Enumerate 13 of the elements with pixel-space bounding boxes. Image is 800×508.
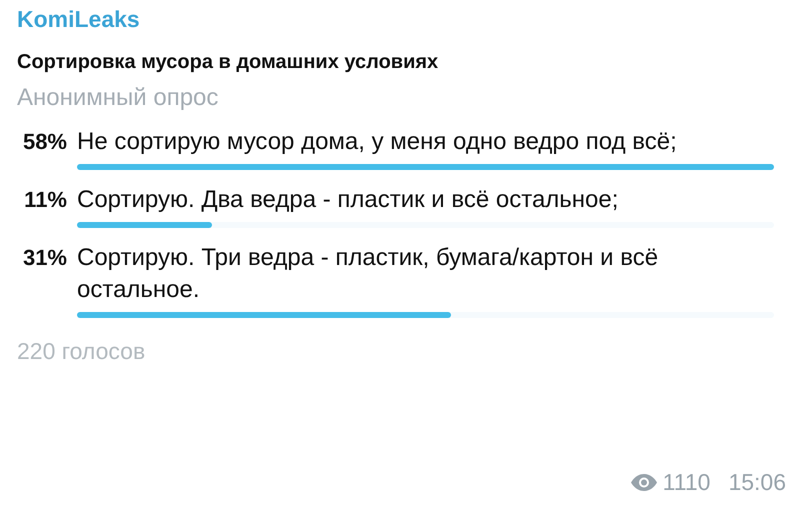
poll-type: Анонимный опрос (17, 84, 218, 112)
option-percent: 11% (23, 186, 67, 214)
option-text: Сортирую. Два ведра - пластик и всё остальное; (77, 185, 618, 215)
eye-icon (630, 474, 657, 491)
option-percent: 31% (22, 244, 67, 272)
vote-count: 220 голосов (17, 338, 146, 365)
option-text: Сортирую. Три ведра - пластик, бумага/картон и всё остальное. (77, 243, 660, 305)
poll-question: Сортировка мусора в домашних условиях (17, 51, 438, 74)
view-count: 1110 (662, 469, 710, 496)
option-percent: 58% (22, 128, 67, 156)
option-text: Не сортирую мусор дома, у меня одно ведро под всё; (77, 127, 677, 157)
post-time: 15:06 (728, 469, 786, 496)
channel-name[interactable]: KomiLeaks (17, 6, 140, 33)
